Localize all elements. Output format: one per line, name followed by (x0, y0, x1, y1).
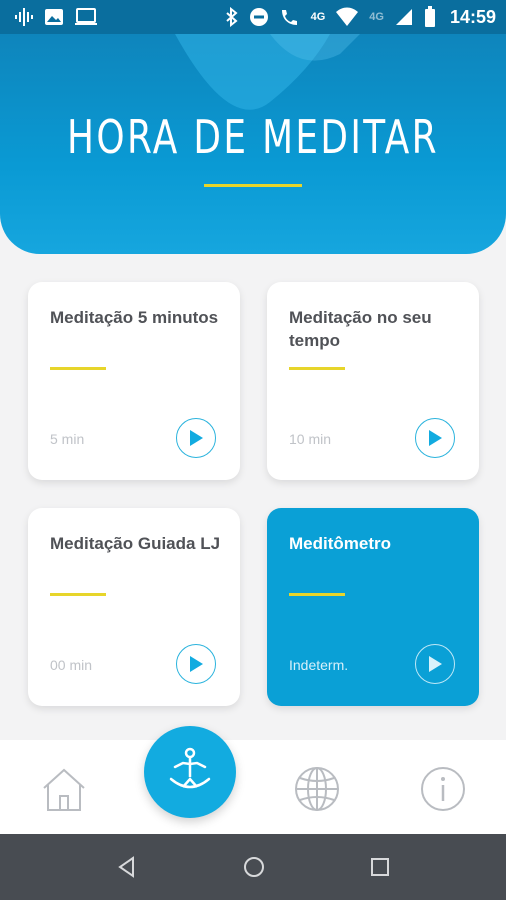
title-underline (204, 184, 302, 187)
play-icon (190, 656, 203, 672)
card-title: Meditação no seu tempo (289, 308, 432, 350)
play-icon (190, 430, 203, 446)
system-navigation-bar (0, 834, 506, 900)
card-duration: 10 min (289, 431, 332, 447)
back-button[interactable] (115, 855, 139, 884)
card-meditacao-no-seu-tempo[interactable]: Meditação no seu tempo 10 min (267, 282, 479, 480)
card-duration: Indeterm. (289, 657, 349, 673)
home-system-button[interactable] (242, 855, 266, 884)
info-icon (421, 767, 465, 811)
play-icon (429, 656, 442, 672)
do-not-disturb-icon (249, 7, 269, 27)
card-underline (50, 367, 106, 370)
card-underline (289, 593, 345, 596)
header-banner: HORA DE MEDITAR (0, 34, 506, 254)
nav-meditation[interactable] (144, 726, 236, 818)
play-button[interactable] (415, 644, 455, 684)
card-meditacao-5-minutos[interactable]: Meditação 5 minutos 5 min (28, 282, 240, 480)
home-icon (43, 768, 85, 811)
page-title: HORA DE MEDITAR (67, 110, 439, 164)
back-icon (118, 856, 134, 878)
card-underline (50, 593, 106, 596)
play-icon (429, 430, 442, 446)
card-meditometro[interactable]: Meditômetro Indeterm. (267, 508, 479, 706)
recents-button[interactable] (368, 855, 392, 884)
battery-icon (424, 6, 436, 28)
card-title: Meditação 5 minutos (50, 308, 219, 327)
meditation-grid: Meditação 5 minutos 5 min Meditação no s… (0, 254, 506, 740)
status-bar-right: 4G 4G 14:59 (225, 6, 496, 28)
nav-info[interactable] (420, 766, 466, 817)
nav-globe[interactable] (294, 766, 340, 817)
circle-home-icon (244, 857, 264, 877)
card-duration: 5 min (50, 431, 85, 447)
image-icon (44, 7, 64, 27)
card-title: Meditômetro (289, 534, 391, 553)
wifi-call-icon (279, 7, 301, 27)
square-recents-icon (371, 858, 389, 876)
card-title: Meditação Guiada LJ (50, 534, 221, 553)
network-type-2: 4G (369, 11, 384, 23)
wifi-icon (335, 7, 359, 27)
nav-home[interactable] (40, 766, 88, 819)
bluetooth-icon (225, 7, 239, 27)
cell-signal-icon (394, 7, 414, 27)
laptop-icon (74, 7, 98, 27)
signal-app-icon (14, 7, 34, 27)
card-duration: 00 min (50, 657, 93, 673)
status-bar-left (14, 7, 98, 27)
network-type-1: 4G (310, 11, 326, 23)
card-underline (289, 367, 345, 370)
card-meditacao-guiada-lj[interactable]: Meditação Guiada LJ 00 min (28, 508, 240, 706)
globe-icon (295, 767, 339, 811)
meditation-icon (169, 747, 211, 789)
play-button[interactable] (176, 644, 216, 684)
status-bar: 4G 4G 14:59 (0, 0, 506, 34)
bottom-navigation (0, 740, 506, 834)
play-button[interactable] (415, 418, 455, 458)
play-button[interactable] (176, 418, 216, 458)
clock: 14:59 (449, 6, 496, 27)
